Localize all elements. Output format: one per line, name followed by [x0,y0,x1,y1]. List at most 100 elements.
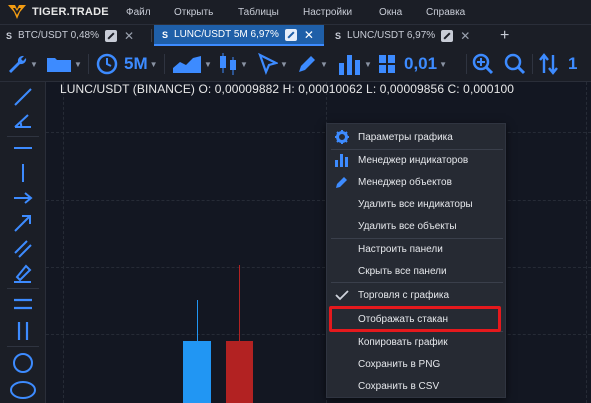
toolbar-divider [466,54,467,74]
gear-icon [335,130,349,144]
tick-size-value: 0,01 [404,54,438,73]
timeframe-value: 5M [124,54,148,73]
menu-item-configure-panels[interactable]: Настроить панели [327,238,507,260]
sort-button[interactable]: 1 [538,46,577,82]
menu-windows[interactable]: Окна [379,7,402,18]
tab-divider [151,29,152,42]
double-vertical-line-icon [17,322,29,340]
tab-badge: S [162,29,169,40]
tab-label: LUNC/USDT 6,97% [347,30,436,41]
grid-line [46,334,591,335]
arrow-right-icon [14,192,33,204]
edit-icon[interactable] [441,29,454,42]
menu-divider [331,282,503,283]
wrench-icon [9,55,27,73]
grid-line [46,200,591,201]
bar-chart-icon [335,154,348,167]
timeframe-selector[interactable]: 5M ▼ [96,46,158,82]
toolbar-divider [532,54,533,74]
circle-icon [13,353,33,373]
chevron-down-icon: ▼ [439,59,448,69]
bar-chart-icon [339,55,360,75]
menu-open[interactable]: Открыть [174,7,213,18]
menu-tables[interactable]: Таблицы [238,7,279,18]
candles-button[interactable]: ▼ [218,46,248,82]
menu-item-object-manager[interactable]: Менеджер объектов [327,171,507,193]
toolbar-divider [164,54,165,74]
menu-item-label: Настроить панели [358,243,443,255]
menu-item-save-csv[interactable]: Сохранить в CSV [327,375,507,397]
zoom-in-icon [472,53,494,75]
ray-tool[interactable] [0,187,46,209]
vertical-line-tool[interactable] [0,162,46,184]
tab-lunc-usdt[interactable]: S LUNC/USDT 6,97% ✕ [335,25,495,46]
grid-line [63,82,64,403]
angle-icon [14,114,31,128]
indicators-button[interactable]: ▼ [338,46,372,82]
new-tab-button[interactable]: + [500,25,520,46]
tools-divider [7,346,39,347]
search-icon [504,53,526,75]
horizontal-line-icon [14,147,32,149]
area-chart-icon [173,56,201,73]
grid-line [46,267,591,268]
arrow-tool[interactable] [0,212,46,234]
menu-item-label: Скрыть все панели [358,265,447,277]
menu-file[interactable]: Файл [126,7,151,18]
angle-tool[interactable] [0,110,46,132]
menu-item-remove-all-objects[interactable]: Удалить все объекты [327,215,507,237]
circle-tool[interactable] [0,352,46,374]
ellipse-tool[interactable] [0,379,46,401]
line-tool[interactable] [0,86,46,108]
menu-item-chart-settings[interactable]: Параметры графика [327,126,507,148]
edit-icon[interactable] [284,28,297,41]
bearish-candle [226,341,253,403]
toolbar-extra-value: 1 [568,54,578,73]
cursor-button[interactable]: ▼ [258,46,288,82]
menu-item-save-png[interactable]: Сохранить в PNG [327,353,507,375]
menu-item-label: Менеджер объектов [358,176,452,188]
chart-context-menu: Параметры графика Менеджер индикаторов М… [326,123,506,398]
menu-item-hide-all-panels[interactable]: Скрыть все панели [327,260,507,282]
menu-item-chart-trading[interactable]: Торговля с графика [327,284,507,306]
menu-item-label: Копировать график [358,336,448,348]
menu-item-remove-all-indicators[interactable]: Удалить все индикаторы [327,193,507,215]
menu-item-copy-chart[interactable]: Копировать график [327,331,507,353]
tick-size-selector[interactable]: 0,01 ▼ [378,46,447,82]
chevron-down-icon: ▼ [74,59,82,69]
templates-button[interactable]: ▼ [46,46,82,82]
horizontal-channel-tool[interactable] [0,293,46,315]
plus-icon: + [500,26,510,44]
chart-type-button[interactable]: ▼ [172,46,212,82]
search-button[interactable] [504,46,526,82]
toolbar-divider [88,54,89,74]
vertical-channel-tool[interactable] [0,320,46,342]
tab-lunc-usdt-5m[interactable]: S LUNC/USDT 5M 6,97% ✕ [154,25,324,46]
pencil-icon [336,177,347,188]
horizontal-line-tool[interactable] [0,137,46,159]
menu-item-label: Удалить все объекты [358,220,457,232]
drawing-tools-panel [0,82,46,403]
chevron-down-icon: ▼ [280,59,288,69]
chevron-down-icon: ▼ [240,59,248,69]
close-icon[interactable]: ✕ [304,28,314,42]
draw-button[interactable]: ▼ [296,46,328,82]
cursor-icon [258,53,278,75]
tools-divider [7,288,39,289]
parallel-channel-tool[interactable] [0,237,46,259]
edit-icon[interactable] [104,29,117,42]
menu-item-label: Сохранить в PNG [358,358,441,370]
brush-tool[interactable] [0,262,46,284]
zoom-in-button[interactable] [472,46,494,82]
grid-line [46,132,591,133]
price-chart[interactable]: LUNC/USDT (BINANCE) O: 0,00009882 H: 0,0… [46,82,591,403]
close-icon[interactable]: ✕ [460,29,470,43]
menu-help[interactable]: Справка [426,7,465,18]
tools-button[interactable]: ▼ [6,46,38,82]
close-icon[interactable]: ✕ [124,29,134,43]
menu-item-label: Торговля с графика [358,289,450,301]
menu-settings[interactable]: Настройки [303,7,352,18]
tab-btc-usdt[interactable]: S BTC/USDT 0,48% ✕ [6,25,150,46]
vertical-line-icon [22,164,24,182]
menu-item-indicator-manager[interactable]: Менеджер индикаторов [327,149,507,171]
